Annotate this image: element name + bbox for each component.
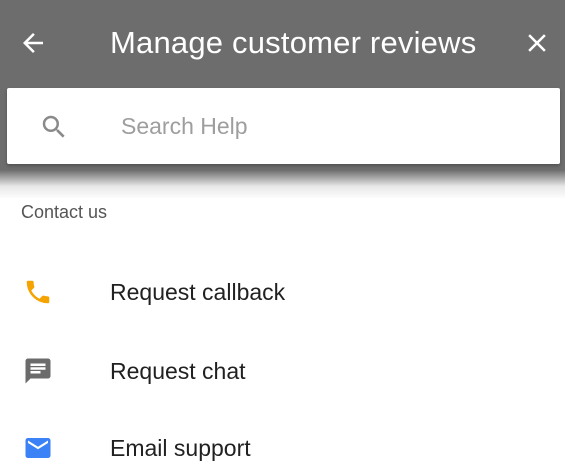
arrow-back-icon (23, 33, 43, 53)
request-chat-label: Request chat (110, 358, 246, 384)
request-chat-option[interactable]: Request chat (0, 343, 565, 399)
search-icon (42, 115, 65, 138)
header-fade (0, 170, 565, 200)
email-icon (22, 432, 54, 464)
contact-section: Contact us Request callback Request chat… (0, 198, 565, 466)
email-support-option[interactable]: Email support (0, 420, 565, 466)
search-input[interactable] (121, 106, 541, 146)
help-panel-header: Manage customer reviews (0, 0, 565, 198)
request-callback-option[interactable]: Request callback (0, 264, 565, 320)
back-button[interactable] (14, 24, 52, 62)
search-box (7, 88, 560, 164)
chat-icon (22, 355, 54, 387)
phone-icon (22, 276, 54, 308)
header-bar: Manage customer reviews (0, 0, 565, 88)
page-title: Manage customer reviews (110, 25, 477, 60)
close-icon (528, 34, 546, 52)
request-callback-label: Request callback (110, 279, 286, 305)
email-support-label: Email support (110, 435, 251, 461)
close-button[interactable] (518, 24, 556, 62)
section-title: Contact us (21, 202, 108, 222)
